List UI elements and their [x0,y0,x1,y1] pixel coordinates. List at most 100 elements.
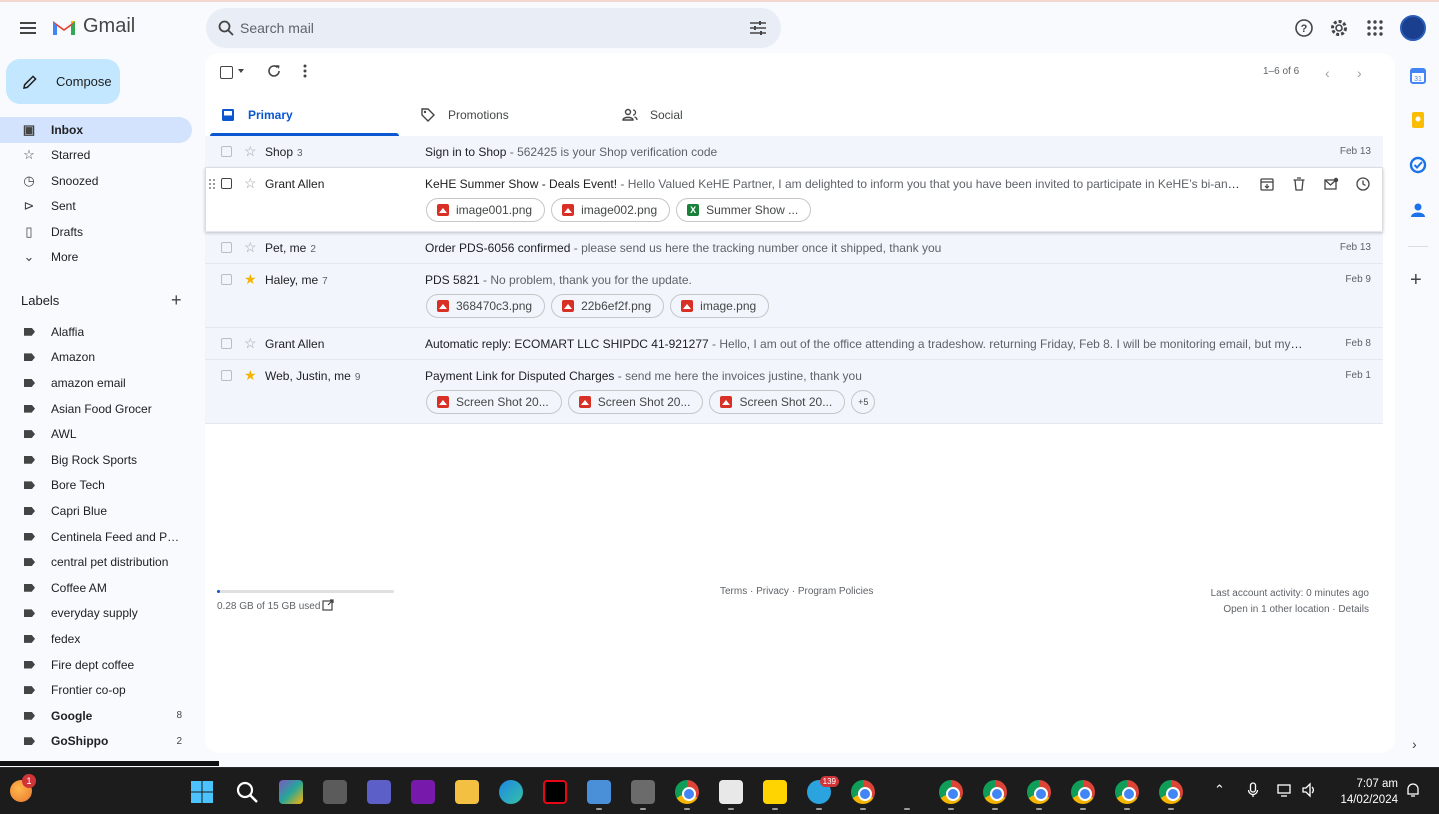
gmail-logo[interactable]: Gmail [51,15,135,38]
select-options-caret-icon[interactable] [238,69,244,73]
file-explorer-icon[interactable] [455,780,479,804]
task-view-icon[interactable] [323,780,347,804]
label-item[interactable]: Asian Food Grocer [0,396,192,422]
mark-as-unread-icon[interactable] [1323,176,1339,192]
next-page-icon[interactable]: › [1357,65,1362,81]
attachment-chip[interactable]: Screen Shot 20... [567,390,704,414]
notification-bell-icon[interactable] [1405,782,1421,798]
windows-start-icon[interactable] [190,780,214,804]
chrome-profile-icon[interactable] [1027,780,1051,804]
email-checkbox[interactable] [221,146,232,157]
label-item[interactable]: Bore Tech [0,473,192,499]
label-item[interactable]: Google 8 [0,703,192,729]
label-item[interactable]: Coffee AM [0,575,192,601]
label-item[interactable]: Frontier co-op [0,677,192,703]
terms-link[interactable]: Terms [720,586,747,597]
label-item[interactable]: Capri Blue [0,498,192,524]
star-icon[interactable]: ★ [244,367,257,383]
sidebar-item-inbox[interactable]: ▣ Inbox [0,117,192,143]
attachment-chip[interactable]: image002.png [551,198,671,222]
notepad-icon[interactable] [587,780,611,804]
chrome-profile-icon[interactable] [983,780,1007,804]
email-row[interactable]: ☆ Grant Allen Automatic reply: ECOMART LLC… [205,328,1383,360]
label-item[interactable]: AWL [0,421,192,447]
sidebar-item-drafts[interactable]: ▯ Drafts [0,219,192,245]
email-checkbox[interactable] [221,178,232,189]
sidebar-item-more[interactable]: ⌄ More [0,245,192,271]
delete-icon[interactable] [1291,176,1307,192]
help-icon[interactable]: ? [1294,18,1314,38]
more-options-icon[interactable] [303,64,307,78]
attachment-chip[interactable]: X Summer Show ... [676,198,812,222]
search-options-icon[interactable] [749,20,767,36]
apps-grid-icon[interactable] [1365,18,1385,38]
volume-icon[interactable] [1301,782,1317,798]
email-row[interactable]: ★ Web, Justin, me 9 Payment Link for Disput… [205,360,1383,424]
tab-social[interactable]: Social [622,95,683,135]
tray-overflow-chevron-icon[interactable]: ⌃ [1214,782,1225,798]
star-icon[interactable]: ☆ [244,143,257,159]
details-link[interactable]: Details [1338,604,1369,615]
keep-icon[interactable] [1409,111,1427,129]
label-item[interactable]: Big Rock Sports [0,447,192,473]
add-label-button[interactable]: + [171,291,182,309]
tab-promotions[interactable]: Promotions [420,95,509,135]
onenote-icon[interactable] [411,780,435,804]
settings-gear-icon[interactable] [1329,18,1349,38]
telegram-icon[interactable]: 139 [807,776,839,804]
contacts-icon[interactable] [1409,201,1427,219]
chrome-profile-icon[interactable] [939,780,963,804]
email-row[interactable]: ☆ Grant Allen KeHE Summer Show - Deals Eve… [205,168,1383,232]
edge-icon[interactable] [499,780,523,804]
more-attachments-chip[interactable]: +5 [851,390,876,414]
sidebar-item-sent[interactable]: ⊳ Sent [0,194,192,220]
star-icon[interactable]: ☆ [244,239,257,255]
attachment-chip[interactable]: image.png [670,294,770,318]
sidebar-item-starred[interactable]: ☆ Starred [0,143,192,169]
chrome-profile-icon[interactable] [1071,780,1095,804]
account-avatar[interactable] [1400,15,1426,41]
label-item[interactable]: Centinela Feed and Pet ... [0,524,192,550]
label-item[interactable]: Alaffia [0,319,192,345]
drag-handle-icon[interactable] [209,177,215,189]
attachment-chip[interactable]: Screen Shot 20... [426,390,562,414]
compose-button[interactable]: Compose [6,59,120,104]
copilot-icon[interactable] [279,780,303,804]
email-checkbox[interactable] [221,242,232,253]
label-item[interactable]: central pet distribution [0,549,192,575]
chrome-profile-icon[interactable] [851,780,875,804]
email-row[interactable]: ☆ Pet, me 2 Order PDS-6056 confirmed - plea… [205,232,1383,264]
search-bar[interactable] [206,8,781,48]
previous-page-icon[interactable]: ‹ [1325,65,1330,81]
star-icon[interactable]: ☆ [244,335,257,351]
chrome-icon[interactable] [675,780,699,804]
snipping-tool-icon[interactable] [719,780,743,804]
sticky-notes-icon[interactable] [763,780,787,804]
show-side-panel-icon[interactable]: › [1412,736,1417,752]
label-item[interactable]: fedex [0,626,192,652]
star-icon[interactable]: ☆ [244,175,257,191]
email-checkbox[interactable] [221,274,232,285]
get-addons-icon[interactable]: + [1410,270,1422,290]
star-icon[interactable]: ★ [244,271,257,287]
label-item[interactable]: GoShippo 2 [0,729,192,755]
main-menu-button[interactable] [16,16,40,40]
system-clock[interactable]: 7:07 am 14/02/2024 [1330,776,1398,808]
network-icon[interactable] [1277,782,1293,798]
refresh-icon[interactable] [267,64,281,78]
search-icon[interactable] [218,20,234,36]
privacy-link[interactable]: Privacy [756,586,789,597]
label-item[interactable]: everyday supply [0,601,192,627]
archive-icon[interactable] [1259,176,1275,192]
chrome-profile-icon[interactable] [1159,780,1183,804]
microphone-icon[interactable] [1247,782,1259,798]
attachment-chip[interactable]: 368470c3.png [426,294,546,318]
email-row[interactable]: ☆ Shop 3 Sign in to Shop - 562425 is your S… [205,136,1383,168]
email-checkbox[interactable] [221,370,232,381]
sidebar-item-snoozed[interactable]: ◷ Snoozed [0,168,192,194]
calculator-icon[interactable] [631,780,655,804]
snooze-clock-icon[interactable] [1355,176,1371,192]
chrome-profile-icon[interactable] [1115,780,1139,804]
attachment-chip[interactable]: 22b6ef2f.png [551,294,665,318]
attachment-chip[interactable]: Screen Shot 20... [709,390,846,414]
